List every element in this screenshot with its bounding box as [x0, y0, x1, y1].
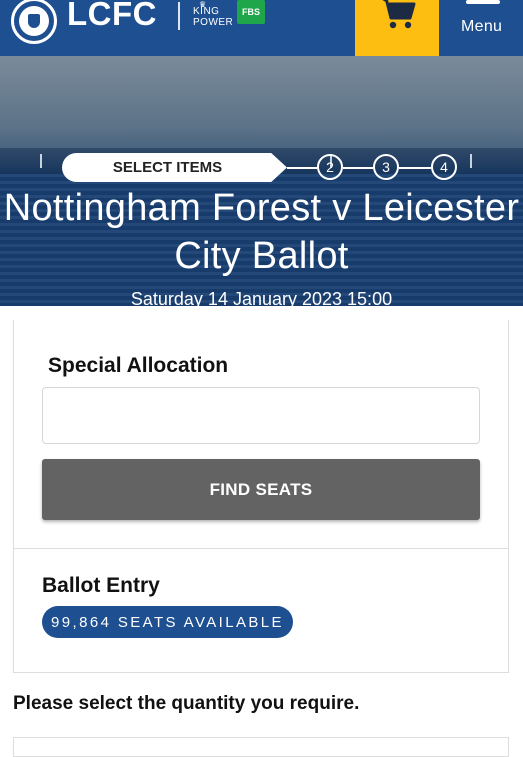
stadium-decor: [470, 154, 472, 168]
header-divider: [178, 2, 180, 30]
step-current-label: SELECT ITEMS: [112, 159, 223, 176]
stadium-decor: [40, 154, 42, 168]
ballot-entry-title: Ballot Entry: [42, 574, 160, 597]
step-4: 4: [431, 154, 457, 180]
sponsor-logo: KING POWER: [193, 6, 233, 28]
quantity-prompt: Please select the quantity you require.: [13, 693, 360, 714]
step-connector: [287, 167, 317, 169]
event-date: Saturday 14 January 2023 15:00: [130, 289, 393, 309]
seats-available-badge: 99,864 SEATS AVAILABLE: [42, 606, 293, 638]
step-connector: [343, 167, 373, 169]
step-connector: [399, 167, 431, 169]
step-3: 3: [373, 154, 399, 180]
club-logo-text[interactable]: LCFC: [67, 0, 157, 33]
sponsor-line-2: POWER: [193, 17, 234, 28]
step-current: SELECT ITEMS: [62, 153, 287, 182]
special-allocation-input[interactable]: [42, 387, 480, 444]
step-2: 2: [317, 154, 343, 180]
sponsor-line-1: KING: [193, 6, 220, 17]
hamburger-icon[interactable]: [466, 0, 500, 4]
club-crest-icon[interactable]: [11, 0, 57, 44]
fbs-badge: FBS: [237, 0, 265, 24]
special-allocation-label: Special Allocation: [48, 354, 229, 377]
card-divider: [13, 548, 509, 549]
site-header: LCFC ♛ KING POWER FBS Menu: [0, 0, 523, 56]
quantity-selector[interactable]: [13, 737, 509, 757]
menu-button[interactable]: Menu: [461, 18, 502, 36]
shopping-cart-icon: [382, 0, 416, 29]
event-title: Nottingham Forest v Leicester City Ballo…: [3, 187, 520, 277]
cart-button[interactable]: [355, 0, 439, 56]
find-seats-button[interactable]: FIND SEATS: [42, 459, 480, 520]
